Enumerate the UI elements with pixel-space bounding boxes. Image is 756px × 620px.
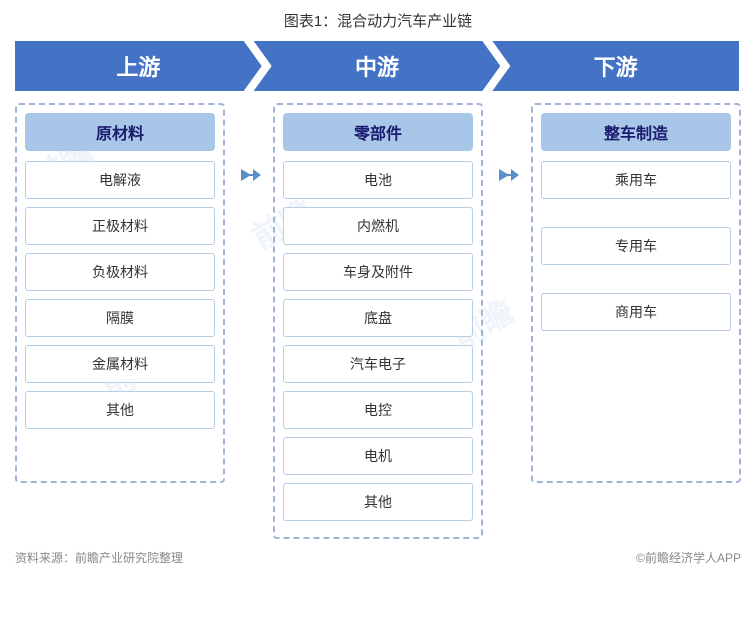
list-item: 电机 bbox=[283, 437, 473, 475]
list-item: 电池 bbox=[283, 161, 473, 199]
list-item: 电控 bbox=[283, 391, 473, 429]
list-item: 内燃机 bbox=[283, 207, 473, 245]
list-item: 乘用车 bbox=[541, 161, 731, 199]
banner-downstream: 下游 bbox=[492, 41, 739, 91]
list-item: 车身及附件 bbox=[283, 253, 473, 291]
banner-row: 上游 中游 下游 bbox=[15, 41, 741, 91]
page-wrapper: 前瞻 前瞻 前瞻 前瞻 图表1：混合动力汽车产业链 上游 中游 下游 原材料 电… bbox=[0, 0, 756, 620]
list-item: 其他 bbox=[283, 483, 473, 521]
list-item: 专用车 bbox=[541, 227, 731, 265]
list-item: 正极材料 bbox=[25, 207, 215, 245]
list-item: 金属材料 bbox=[25, 345, 215, 383]
list-item: 商用车 bbox=[541, 293, 731, 331]
copyright-text: ©前瞻经济学人APP bbox=[636, 549, 741, 566]
arrow-up-to-mid bbox=[235, 163, 263, 187]
upstream-column: 原材料 电解液 正极材料 负极材料 隔膜 金属材料 其他 bbox=[15, 103, 225, 483]
footer: 资料来源：前瞻产业研究院整理 ©前瞻经济学人APP bbox=[15, 549, 741, 566]
upstream-header: 原材料 bbox=[25, 113, 215, 151]
list-item: 汽车电子 bbox=[283, 345, 473, 383]
downstream-column: 整车制造 乘用车 专用车 商用车 bbox=[531, 103, 741, 483]
midstream-column: 零部件 电池 内燃机 车身及附件 底盘 汽车电子 电控 电机 其他 bbox=[273, 103, 483, 539]
banner-midstream: 中游 bbox=[254, 41, 501, 91]
list-item: 其他 bbox=[25, 391, 215, 429]
list-item: 负极材料 bbox=[25, 253, 215, 291]
list-item: 隔膜 bbox=[25, 299, 215, 337]
downstream-header: 整车制造 bbox=[541, 113, 731, 151]
chart-title: 图表1：混合动力汽车产业链 bbox=[15, 10, 741, 31]
midstream-header: 零部件 bbox=[283, 113, 473, 151]
banner-upstream: 上游 bbox=[15, 41, 262, 91]
arrow-mid-to-down bbox=[493, 163, 521, 187]
list-item: 电解液 bbox=[25, 161, 215, 199]
source-text: 资料来源：前瞻产业研究院整理 bbox=[15, 549, 183, 566]
columns-row: 原材料 电解液 正极材料 负极材料 隔膜 金属材料 其他 零部件 电池 内燃机 … bbox=[15, 103, 741, 539]
list-item: 底盘 bbox=[283, 299, 473, 337]
